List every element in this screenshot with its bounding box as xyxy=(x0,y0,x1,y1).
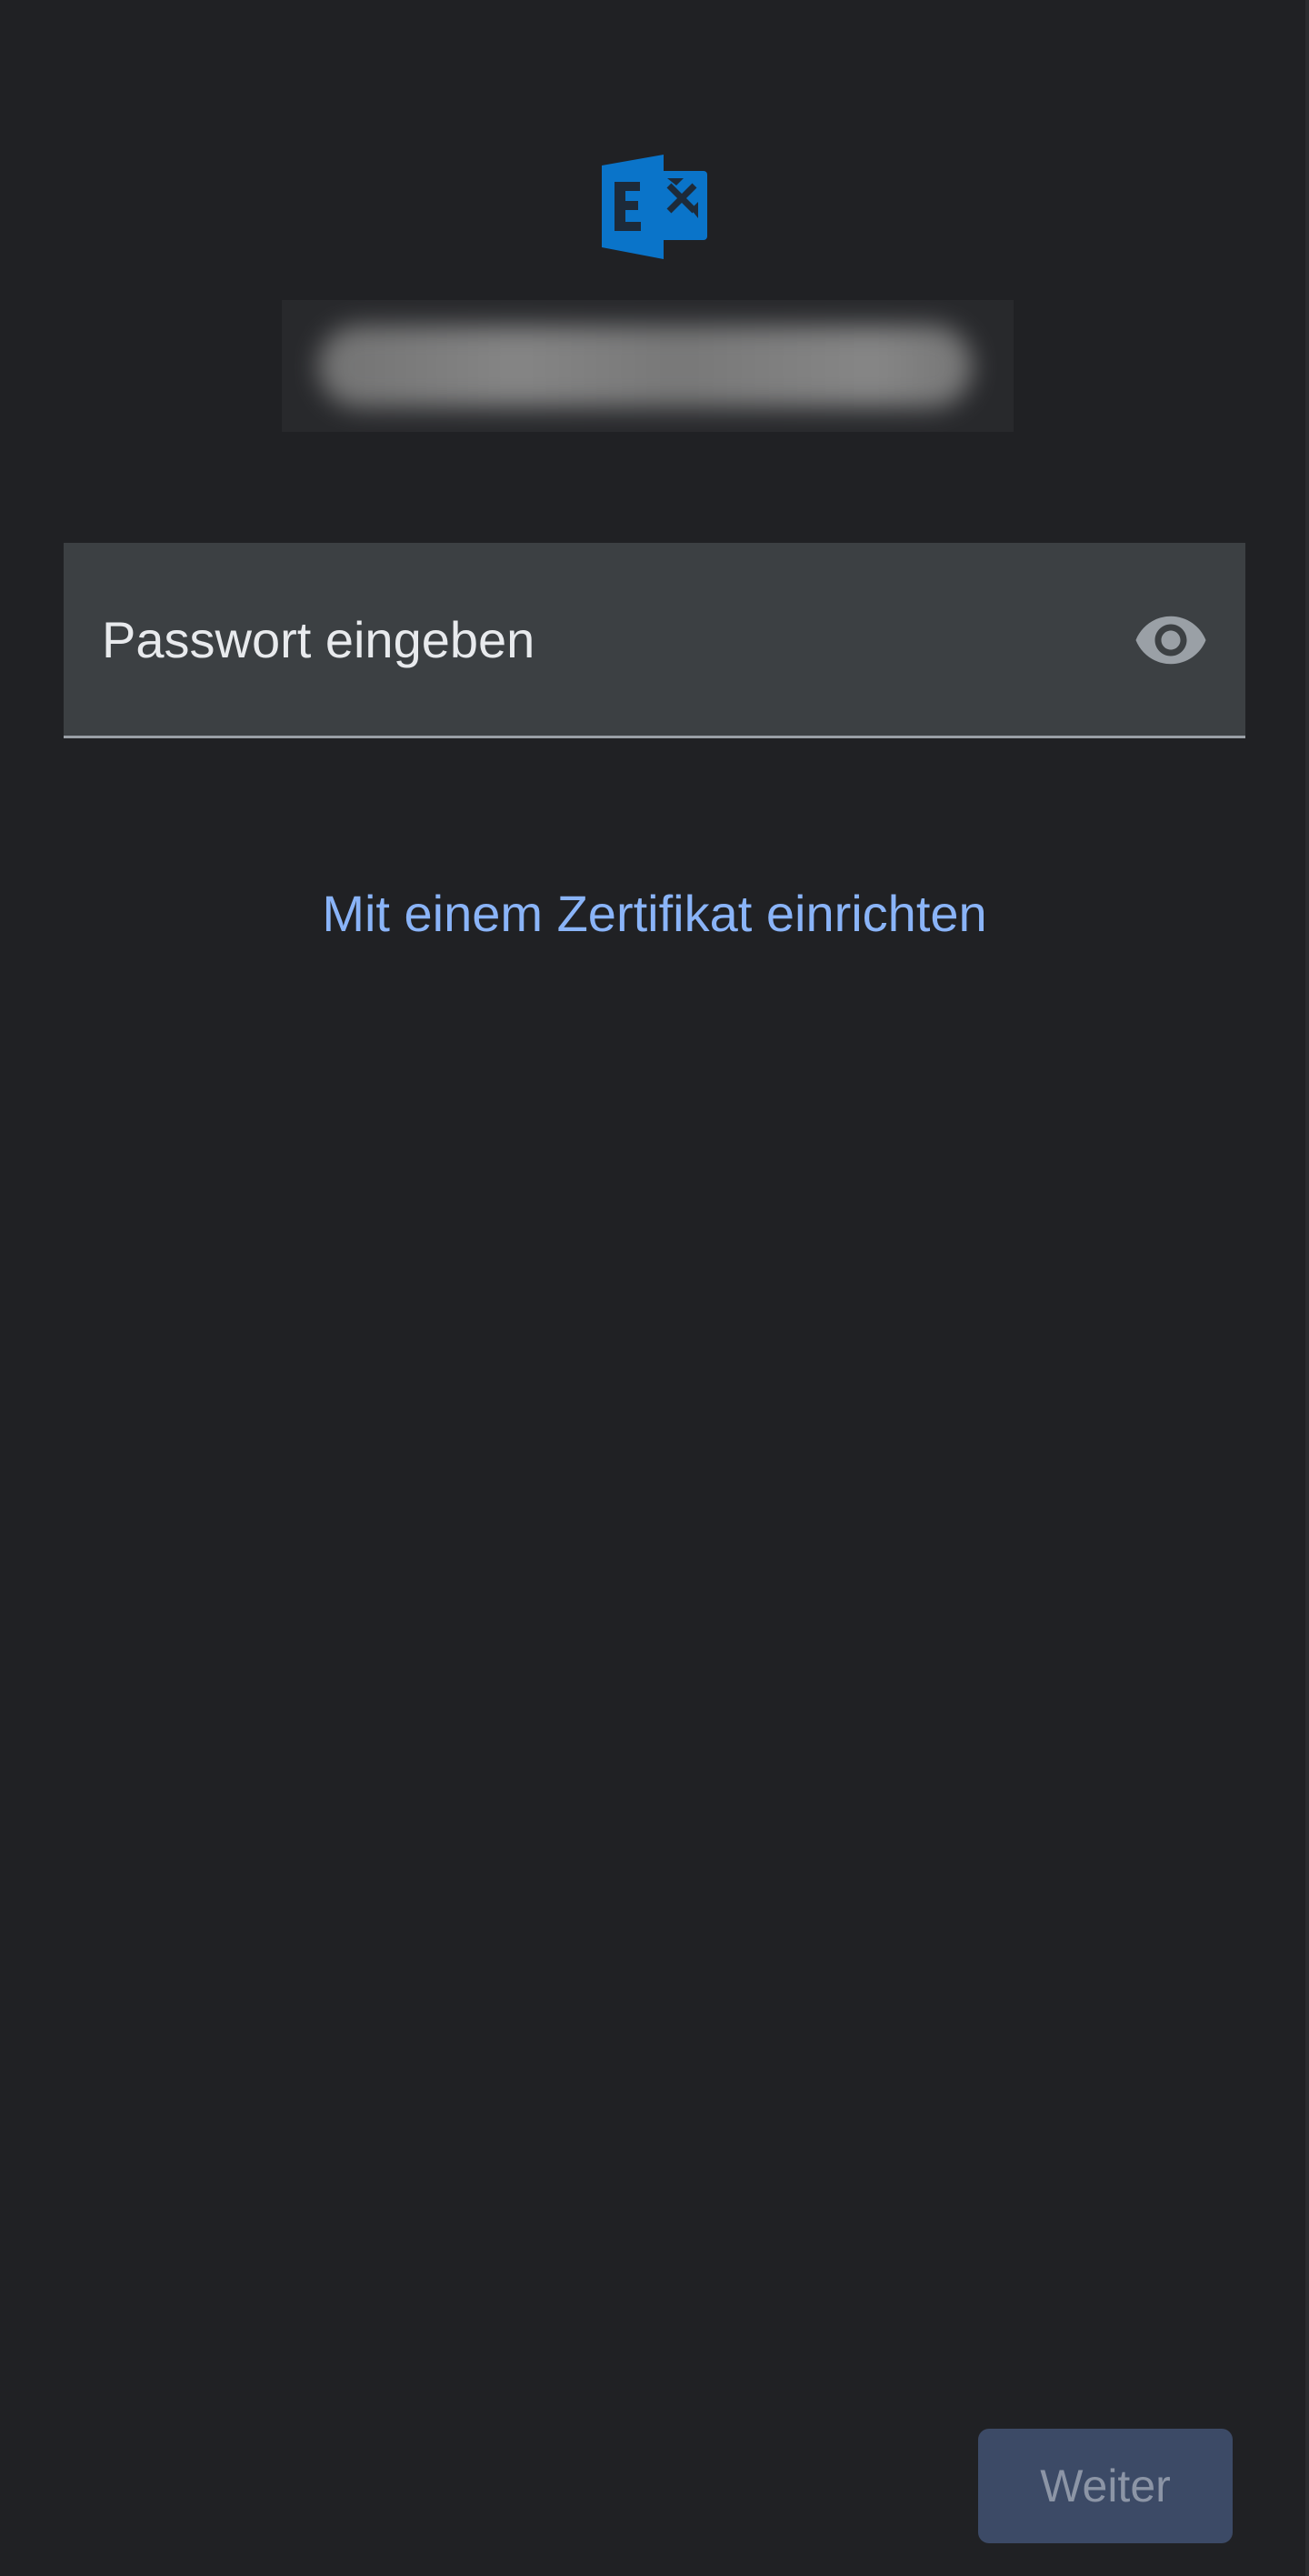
password-field[interactable] xyxy=(64,543,1245,738)
setup-screen: Mit einem Zertifikat einrichten Weiter xyxy=(0,0,1309,2576)
exchange-logo-icon xyxy=(600,155,709,259)
next-button[interactable]: Weiter xyxy=(978,2429,1233,2543)
show-password-button[interactable] xyxy=(1133,602,1209,678)
account-name-redacted xyxy=(282,300,1014,432)
screen-edge xyxy=(1305,0,1309,2576)
password-input[interactable] xyxy=(102,543,1065,736)
setup-with-certificate-link[interactable]: Mit einem Zertifikat einrichten xyxy=(0,877,1309,950)
eye-icon xyxy=(1135,616,1206,665)
redacted-text xyxy=(318,326,973,407)
